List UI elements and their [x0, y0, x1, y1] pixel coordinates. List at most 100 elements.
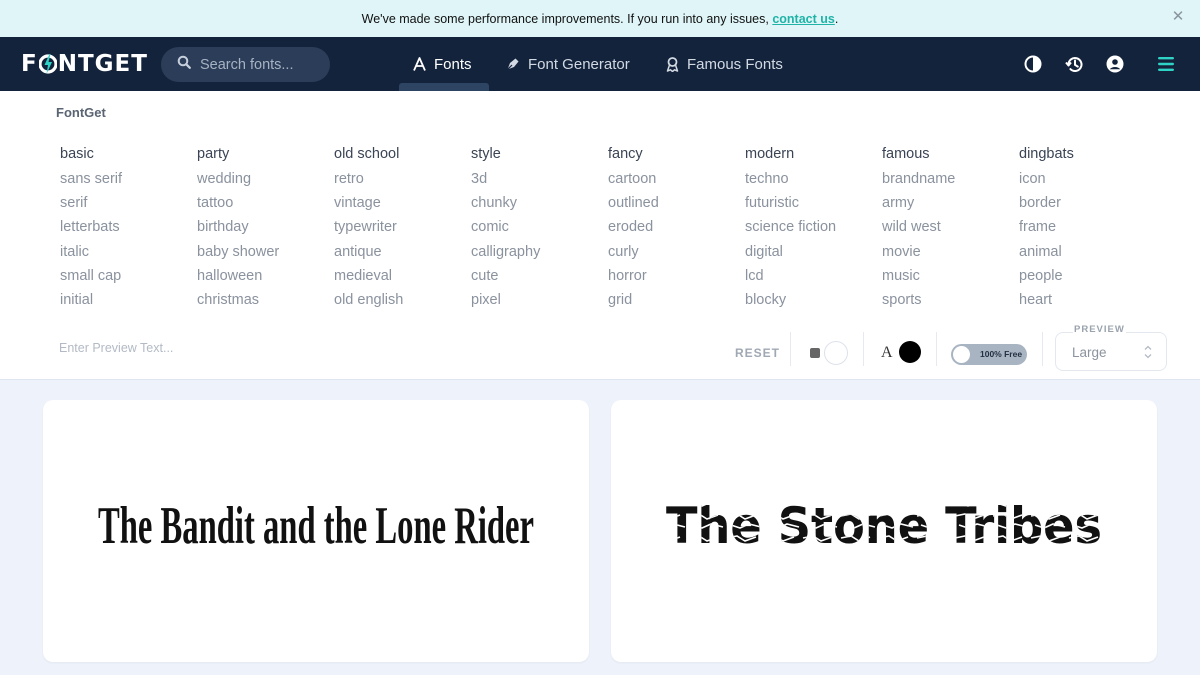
category-link[interactable]: italic — [60, 244, 190, 268]
category-heading[interactable]: modern — [745, 146, 875, 171]
category-link[interactable]: cartoon — [608, 171, 738, 195]
nav-font-generator[interactable]: Font Generator — [506, 37, 630, 91]
category-link[interactable]: border — [1019, 195, 1149, 219]
category-link[interactable]: people — [1019, 268, 1149, 292]
category-link[interactable]: animal — [1019, 244, 1149, 268]
category-column-basic: basic sans serif serif letterbats italic smal… — [60, 146, 190, 317]
divider — [936, 332, 937, 366]
background-color-swatch[interactable] — [824, 341, 848, 365]
category-link[interactable]: birthday — [197, 219, 327, 243]
category-link[interactable]: horror — [608, 268, 738, 292]
category-link[interactable]: vintage — [334, 195, 464, 219]
history-icon[interactable] — [1064, 54, 1084, 74]
category-link[interactable]: lcd — [745, 268, 875, 292]
category-link[interactable]: outlined — [608, 195, 738, 219]
category-link[interactable]: movie — [882, 244, 1012, 268]
category-link[interactable]: cute — [471, 268, 601, 292]
category-link[interactable]: halloween — [197, 268, 327, 292]
close-icon[interactable]: ✕ — [1171, 9, 1185, 24]
category-heading[interactable]: dingbats — [1019, 146, 1149, 171]
category-link[interactable]: baby shower — [197, 244, 327, 268]
divider — [863, 332, 864, 366]
preview-size-value: Large — [1072, 345, 1107, 360]
reset-button[interactable]: RESET — [735, 346, 780, 360]
category-link[interactable]: calligraphy — [471, 244, 601, 268]
category-link[interactable]: frame — [1019, 219, 1149, 243]
preview-size-label: PREVIEW — [1073, 324, 1126, 335]
divider — [790, 332, 791, 366]
brand-label: FontGet — [56, 105, 106, 120]
search-box[interactable] — [161, 47, 330, 82]
category-link[interactable]: medieval — [334, 268, 464, 292]
category-link[interactable]: wedding — [197, 171, 327, 195]
category-link[interactable]: small cap — [60, 268, 190, 292]
category-link[interactable]: antique — [334, 244, 464, 268]
user-icon[interactable] — [1105, 54, 1125, 74]
category-link[interactable]: blocky — [745, 292, 875, 316]
contact-us-link[interactable]: contact us — [772, 12, 835, 26]
category-link[interactable]: heart — [1019, 292, 1149, 316]
category-link[interactable]: sans serif — [60, 171, 190, 195]
contrast-icon[interactable] — [1023, 54, 1043, 74]
search-icon — [177, 55, 191, 74]
category-link[interactable]: grid — [608, 292, 738, 316]
category-link[interactable]: curly — [608, 244, 738, 268]
category-link[interactable]: serif — [60, 195, 190, 219]
font-preview-2: The Stone Tribes The Stone Tribes — [666, 497, 1102, 555]
category-heading[interactable]: fancy — [608, 146, 738, 171]
category-heading[interactable]: famous — [882, 146, 1012, 171]
category-link[interactable]: science fiction — [745, 219, 875, 243]
category-link[interactable]: initial — [60, 292, 190, 316]
category-column-style: style 3d chunky comic calligraphy cute pixel — [471, 146, 601, 317]
category-column-dingbats: dingbats icon border frame animal people heart — [1019, 146, 1149, 317]
nav-active-indicator — [399, 83, 489, 91]
category-column-old-school: old school retro vintage typewriter antique m… — [334, 146, 464, 317]
text-color-swatch[interactable] — [899, 341, 921, 363]
category-link[interactable]: digital — [745, 244, 875, 268]
category-link[interactable]: chunky — [471, 195, 601, 219]
category-link[interactable]: comic — [471, 219, 601, 243]
category-link[interactable]: futuristic — [745, 195, 875, 219]
category-heading[interactable]: style — [471, 146, 601, 171]
category-link[interactable]: icon — [1019, 171, 1149, 195]
font-card[interactable]: The Stone Tribes The Stone Tribes — [611, 400, 1157, 662]
category-link[interactable]: 3d — [471, 171, 601, 195]
preview-size-select[interactable]: PREVIEW Large — [1055, 324, 1167, 371]
category-heading[interactable]: basic — [60, 146, 190, 171]
category-link[interactable]: pixel — [471, 292, 601, 316]
category-link[interactable]: tattoo — [197, 195, 327, 219]
announcement-bar: We've made some performance improvements… — [0, 0, 1200, 37]
category-panel: FontGet basic sans serif serif letterbats it… — [0, 91, 1200, 380]
select-arrows-icon — [1143, 343, 1153, 361]
fontget-logo[interactable]: F NTGET — [21, 50, 148, 78]
category-link[interactable]: christmas — [197, 292, 327, 316]
category-column-modern: modern techno futuristic science fiction dig… — [745, 146, 875, 317]
category-link[interactable]: typewriter — [334, 219, 464, 243]
category-link[interactable]: brandname — [882, 171, 1012, 195]
free-fonts-toggle[interactable]: 100% Free — [951, 344, 1027, 365]
font-preview-1: The Bandit and the Lone Rider — [98, 497, 534, 555]
category-link[interactable]: army — [882, 195, 1012, 219]
search-input[interactable] — [200, 56, 320, 73]
category-heading[interactable]: party — [197, 146, 327, 171]
category-column-famous: famous brandname army wild west movie music sp… — [882, 146, 1012, 317]
menu-icon[interactable] — [1156, 54, 1176, 74]
category-link[interactable]: techno — [745, 171, 875, 195]
background-color-icon — [810, 348, 820, 358]
preview-text-input[interactable] — [59, 341, 359, 355]
top-navbar: F NTGET Fonts Font Generator Famous Fo — [0, 37, 1200, 91]
category-heading[interactable]: old school — [334, 146, 464, 171]
free-toggle-label: 100% Free — [980, 349, 1023, 359]
category-link[interactable]: old english — [334, 292, 464, 316]
pen-nib-icon — [506, 57, 520, 71]
category-link[interactable]: music — [882, 268, 1012, 292]
category-link[interactable]: eroded — [608, 219, 738, 243]
font-card[interactable]: The Bandit and the Lone Rider — [43, 400, 589, 662]
category-link[interactable]: sports — [882, 292, 1012, 316]
nav-famous-fonts[interactable]: Famous Fonts — [666, 37, 783, 91]
category-link[interactable]: letterbats — [60, 219, 190, 243]
text-color-icon: A — [881, 344, 893, 361]
category-link[interactable]: wild west — [882, 219, 1012, 243]
category-link[interactable]: retro — [334, 171, 464, 195]
font-a-icon — [413, 57, 426, 71]
